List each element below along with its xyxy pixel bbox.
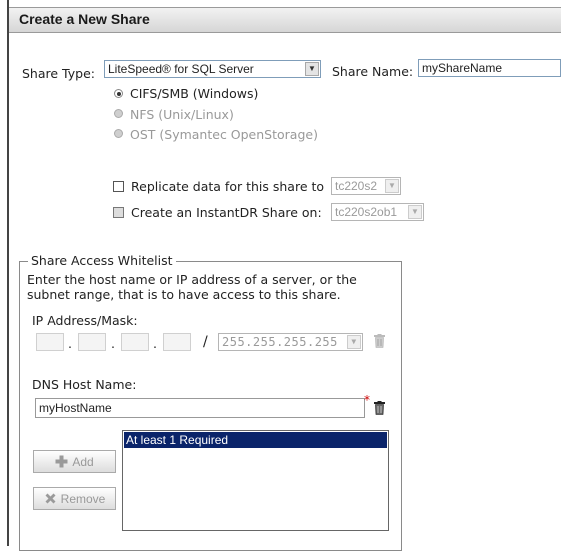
ip-octet-1[interactable]	[36, 333, 64, 351]
remove-button[interactable]: Remove	[33, 487, 116, 510]
ip-octet-3[interactable]	[121, 333, 149, 351]
dropdown-arrow-icon[interactable]: ▼	[408, 205, 422, 219]
radio-cifs-label: CIFS/SMB (Windows)	[130, 86, 259, 101]
add-button[interactable]: Add	[33, 450, 116, 473]
ip-dot: .	[153, 336, 157, 351]
radio-cifs[interactable]	[114, 89, 123, 98]
radio-nfs[interactable]	[114, 109, 123, 118]
frame-border	[7, 0, 9, 546]
dropdown-arrow-icon[interactable]: ▼	[347, 335, 361, 349]
radio-ost[interactable]	[114, 129, 123, 138]
replicate-target-value: tc220s2	[335, 179, 378, 193]
ip-dot: .	[111, 336, 115, 351]
instantdr-target-value: tc220s2ob1	[335, 205, 398, 219]
share-type-select[interactable]: LiteSpeed® for SQL Server ▼	[104, 60, 321, 78]
share-type-value: LiteSpeed® for SQL Server	[108, 62, 254, 76]
trash-icon[interactable]	[374, 401, 385, 418]
radio-nfs-label: NFS (Unix/Linux)	[130, 107, 234, 122]
trash-icon[interactable]	[374, 334, 385, 351]
replicate-checkbox[interactable]	[113, 181, 124, 192]
add-button-label: Add	[72, 454, 94, 469]
required-marker: *	[364, 393, 370, 407]
dns-host-label: DNS Host Name:	[32, 377, 137, 392]
ip-address-label: IP Address/Mask:	[32, 313, 138, 328]
dropdown-arrow-icon[interactable]: ▼	[385, 179, 399, 193]
whitelist-description-2: subnet range, that is to have access to …	[27, 287, 341, 302]
instantdr-target-select[interactable]: tc220s2ob1 ▼	[331, 203, 424, 221]
mask-value: 255.255.255.255	[222, 335, 338, 349]
share-name-input[interactable]: myShareName	[418, 59, 561, 77]
share-name-label: Share Name:	[332, 64, 414, 79]
plus-icon	[55, 455, 68, 468]
share-type-label: Share Type:	[22, 66, 95, 81]
remove-button-label: Remove	[60, 491, 106, 506]
ip-octet-2[interactable]	[78, 333, 106, 351]
trash-icon-disabled	[374, 334, 385, 348]
list-item[interactable]: At least 1 Required	[124, 432, 387, 448]
dropdown-arrow-icon[interactable]: ▼	[305, 62, 319, 76]
radio-ost-label: OST (Symantec OpenStorage)	[130, 127, 318, 142]
instantdr-checkbox[interactable]	[113, 207, 124, 218]
dialog-title: Create a New Share	[19, 11, 150, 27]
replicate-label: Replicate data for this share to	[131, 179, 325, 194]
replicate-target-select[interactable]: tc220s2 ▼	[331, 177, 401, 195]
dns-host-input[interactable]: myHostName	[35, 398, 365, 418]
whitelist-legend: Share Access Whitelist	[28, 253, 176, 268]
ip-octet-4[interactable]	[163, 333, 191, 351]
whitelist-description-1: Enter the host name or IP address of a s…	[27, 272, 357, 287]
ip-dot: .	[68, 336, 72, 351]
mask-select[interactable]: 255.255.255.255 ▼	[218, 333, 363, 351]
ip-mask-separator: /	[203, 334, 208, 350]
instantdr-label: Create an InstantDR Share on:	[131, 205, 322, 220]
x-icon	[45, 493, 56, 504]
